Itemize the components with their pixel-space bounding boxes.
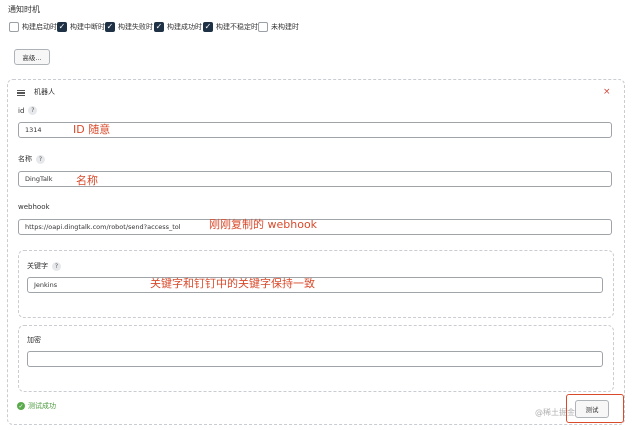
webhook-label-row: webhook [18, 203, 50, 211]
id-label: id [18, 106, 25, 115]
check-icon[interactable]: ✓ [105, 22, 115, 32]
help-icon[interactable]: ? [52, 261, 61, 271]
checkbox-unchecked-icon[interactable] [258, 22, 268, 32]
option-label: 构建中断时 [70, 23, 105, 31]
advanced-button[interactable]: 高级... [14, 49, 50, 65]
option-label: 构建失败时 [118, 23, 153, 31]
sign-label-row: 加密 [27, 335, 41, 345]
check-icon[interactable]: ✓ [57, 22, 67, 32]
sign-input[interactable] [27, 351, 603, 367]
annotation-name: 名称 [76, 174, 98, 187]
check-icon[interactable]: ✓ [203, 22, 213, 32]
webhook-label: webhook [18, 203, 50, 211]
option-label: 构建启动时 [22, 23, 57, 31]
option-label: 构建成功时 [167, 23, 202, 31]
notify-option-start[interactable]: 构建启动时 [9, 22, 57, 32]
annotation-webhook: 刚刚复制的 webhook [209, 218, 318, 231]
annotation-keyword: 关键字和钉钉中的关键字保持一致 [150, 277, 315, 290]
keyword-label-row: 关键字 ? [27, 261, 61, 271]
check-icon[interactable]: ✓ [154, 22, 164, 32]
notify-option-success[interactable]: ✓ 构建成功时 [154, 22, 202, 32]
sign-label: 加密 [27, 336, 41, 344]
help-icon[interactable]: ? [36, 154, 45, 164]
notify-option-not-built[interactable]: 未构建时 [258, 22, 299, 32]
highlight-box [566, 394, 624, 423]
name-label-row: 名称 ? [18, 154, 45, 164]
option-label: 未构建时 [271, 23, 299, 31]
notify-option-aborted[interactable]: ✓ 构建中断时 [57, 22, 105, 32]
keyword-label: 关键字 [27, 262, 48, 270]
hamburger-icon[interactable] [17, 88, 25, 98]
notify-option-unstable[interactable]: ✓ 构建不稳定时 [203, 22, 258, 32]
test-status: ✓ 测试成功 [17, 401, 56, 411]
checkbox-unchecked-icon[interactable] [9, 22, 19, 32]
id-label-row: id ? [18, 106, 38, 115]
notify-section-title: 通知时机 [8, 5, 40, 14]
close-icon[interactable]: × [603, 87, 611, 97]
annotation-id: ID 随意 [73, 123, 111, 136]
robot-card-title: 机器人 [34, 88, 55, 96]
help-icon[interactable]: ? [28, 106, 38, 115]
name-label: 名称 [18, 155, 32, 163]
option-label: 构建不稳定时 [216, 23, 258, 31]
test-status-text: 测试成功 [28, 402, 56, 410]
webhook-value: https://oapi.dingtalk.com/robot/send?acc… [25, 223, 180, 231]
keyword-input[interactable]: Jenkins [27, 277, 603, 293]
name-input[interactable]: DingTalk [18, 171, 612, 187]
notify-option-failure[interactable]: ✓ 构建失败时 [105, 22, 153, 32]
success-icon: ✓ [17, 402, 25, 410]
